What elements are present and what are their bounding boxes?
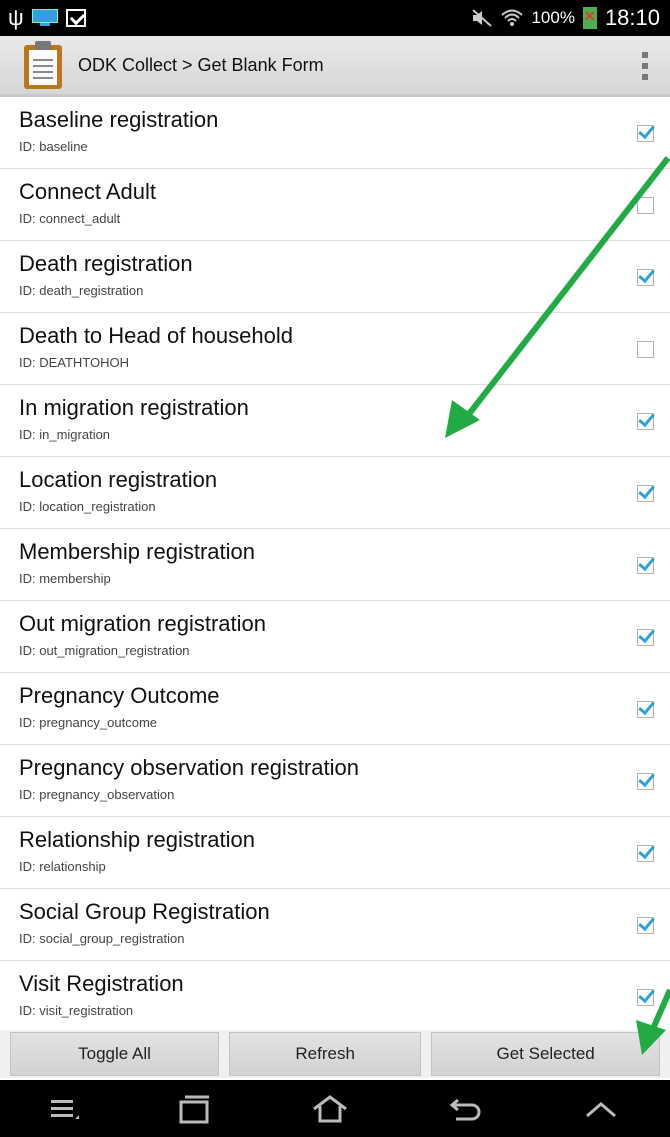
button-bar: Toggle All Refresh Get Selected — [0, 1030, 670, 1078]
toggle-all-button[interactable]: Toggle All — [10, 1032, 220, 1076]
navigation-bar — [0, 1080, 670, 1137]
form-id: ID: location_registration — [19, 499, 156, 514]
form-checkbox[interactable] — [637, 125, 654, 142]
form-list-item[interactable]: Location registration ID: location_regist… — [0, 457, 670, 529]
form-id: ID: death_registration — [19, 283, 144, 298]
form-checkbox[interactable] — [637, 701, 654, 718]
form-list-item[interactable]: Pregnancy Outcome ID: pregnancy_outcome — [0, 673, 670, 745]
form-title: Pregnancy Outcome — [19, 683, 220, 708]
form-id: ID: visit_registration — [19, 1003, 134, 1018]
get-selected-button[interactable]: Get Selected — [431, 1032, 660, 1076]
mute-icon — [472, 9, 493, 27]
menu-icon[interactable] — [49, 1095, 81, 1123]
form-list-item[interactable]: Social Group Registration ID: social_grou… — [0, 889, 670, 961]
status-bar: ψ 100% 18:10 — [0, 0, 670, 36]
usb-icon: ψ — [8, 5, 24, 30]
battery-icon — [582, 7, 597, 29]
form-checkbox[interactable] — [637, 917, 654, 934]
form-id: ID: membership — [19, 571, 111, 586]
form-title: Out migration registration — [19, 611, 266, 636]
form-checkbox[interactable] — [637, 629, 654, 646]
page-title: ODK Collect > Get Blank Form — [78, 54, 324, 75]
form-title: Location registration — [19, 467, 218, 492]
form-id: ID: pregnancy_observation — [19, 787, 175, 802]
battery-percent: 100% — [531, 8, 575, 27]
form-list-item[interactable]: Out migration registration ID: out_migrat… — [0, 601, 670, 673]
form-checkbox[interactable] — [637, 197, 654, 214]
back-icon[interactable] — [448, 1094, 484, 1124]
clipboard-app-icon[interactable] — [24, 41, 62, 89]
refresh-button[interactable]: Refresh — [229, 1032, 422, 1076]
form-checkbox[interactable] — [637, 845, 654, 862]
form-title: Pregnancy observation registration — [19, 755, 359, 780]
form-list-item[interactable]: Pregnancy observation registration ID: pr… — [0, 745, 670, 817]
status-right-icons: 100% 18:10 — [471, 5, 660, 31]
form-id: ID: in_migration — [19, 427, 111, 442]
form-checkbox[interactable] — [637, 413, 654, 430]
form-id: ID: relationship — [19, 859, 106, 874]
form-list-item[interactable]: Death to Head of household ID: DEATHTOHOH — [0, 313, 670, 385]
form-title: Relationship registration — [19, 827, 256, 852]
form-title: Death to Head of household — [19, 323, 293, 348]
overflow-menu-icon[interactable] — [642, 52, 648, 80]
screen-share-icon — [31, 9, 58, 27]
chevron-up-icon[interactable] — [581, 1094, 621, 1124]
clock: 18:10 — [604, 5, 660, 30]
wifi-icon — [501, 9, 524, 26]
form-list-item[interactable]: In migration registration ID: in_migratio… — [0, 385, 670, 457]
form-checkbox[interactable] — [637, 773, 654, 790]
form-id: ID: DEATHTOHOH — [19, 355, 130, 370]
form-id: ID: pregnancy_outcome — [19, 715, 158, 730]
form-id: ID: out_migration_registration — [19, 643, 190, 658]
form-checkbox[interactable] — [637, 341, 654, 358]
form-checkbox[interactable] — [637, 989, 654, 1006]
form-checkbox[interactable] — [637, 557, 654, 574]
form-title: Social Group Registration — [19, 899, 270, 924]
form-checkbox[interactable] — [637, 485, 654, 502]
form-title: Death registration — [19, 251, 193, 276]
form-list-item[interactable]: Relationship registration ID: relationshi… — [0, 817, 670, 889]
form-title: Connect Adult — [19, 179, 156, 204]
home-icon[interactable] — [310, 1094, 350, 1124]
form-list: Baseline registration ID: baseline Connect… — [0, 97, 670, 1033]
recent-apps-icon[interactable] — [178, 1094, 212, 1124]
form-title: Visit Registration — [19, 971, 184, 996]
form-list-item[interactable]: Membership registration ID: membership — [0, 529, 670, 601]
form-list-item[interactable]: Connect Adult ID: connect_adult — [0, 169, 670, 241]
form-list-item[interactable]: Visit Registration ID: visit_registration — [0, 961, 670, 1033]
form-id: ID: connect_adult — [19, 211, 121, 226]
form-id: ID: social_group_registration — [19, 931, 185, 946]
form-checkbox[interactable] — [637, 269, 654, 286]
form-title: In migration registration — [19, 395, 249, 420]
download-complete-icon — [65, 9, 86, 27]
app-bar: ODK Collect > Get Blank Form — [0, 36, 670, 97]
form-title: Baseline registration — [19, 107, 219, 132]
form-id: ID: baseline — [19, 139, 88, 154]
form-list-item[interactable]: Baseline registration ID: baseline — [0, 97, 670, 169]
form-title: Membership registration — [19, 539, 255, 564]
form-list-item[interactable]: Death registration ID: death_registration — [0, 241, 670, 313]
status-left-icons: ψ — [8, 5, 86, 31]
